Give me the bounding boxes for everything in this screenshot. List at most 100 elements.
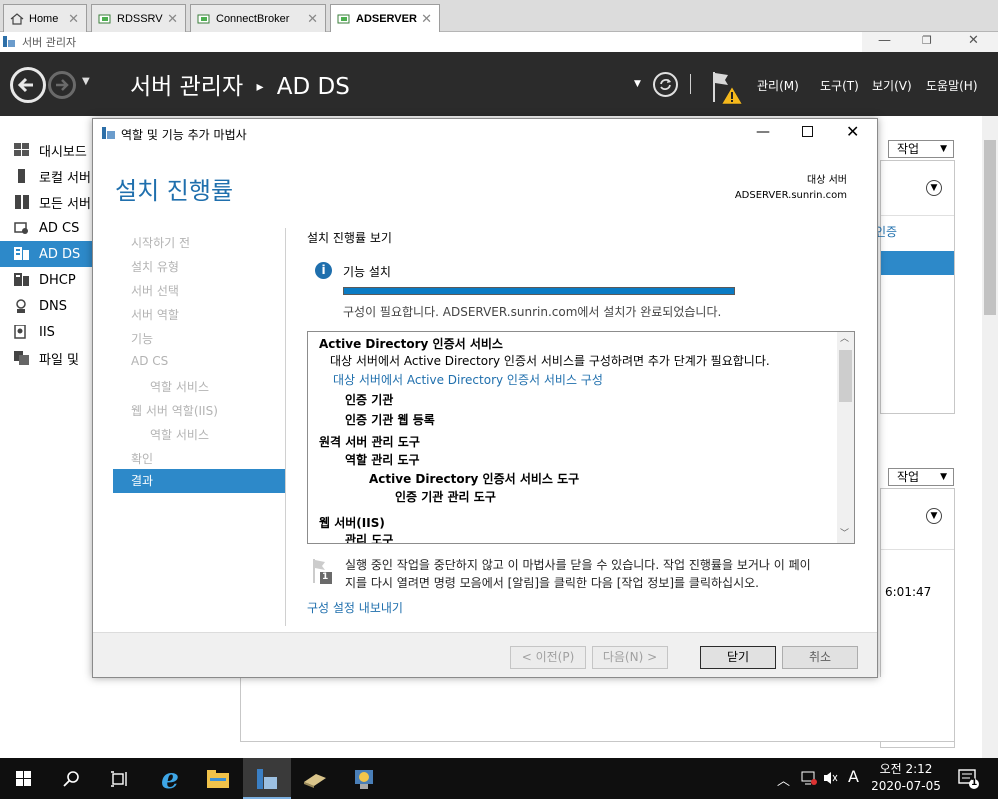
export-settings-link[interactable]: 구성 설정 내보내기 (307, 599, 403, 616)
refresh-icon[interactable] (653, 72, 678, 97)
sidebar-item-local-server[interactable]: 로컬 서버 (0, 163, 94, 189)
minimize-icon[interactable]: — (756, 124, 770, 140)
tab-adserver[interactable]: ADSERVER ✕ (330, 4, 440, 33)
sidebar-item-all-servers[interactable]: 모든 서버 (0, 189, 94, 215)
input-language-indicator[interactable]: A (848, 767, 859, 786)
cancel-button[interactable]: 취소 (782, 646, 858, 669)
wizard-taskbar-icon[interactable] (340, 758, 388, 799)
breadcrumb-separator: ▸ (256, 79, 264, 95)
action-center-icon[interactable]: 1 (958, 768, 979, 789)
next-button[interactable]: 다음(N) > (592, 646, 668, 669)
auth-column-header[interactable]: 인증 (875, 223, 897, 240)
close-icon[interactable]: ✕ (307, 11, 318, 27)
windows-logo-icon (16, 770, 31, 786)
menu-view[interactable]: 보기(V) (872, 77, 912, 94)
sidebar-item-label: 대시보드 (39, 144, 87, 160)
info-icon: i (315, 262, 332, 279)
server-manager-header: ▼ 서버 관리자 ▸ AD DS ▼ 관리(M) 도구(T) 보기(V) 도움말… (0, 52, 998, 116)
previous-button[interactable]: < 이전(P) (510, 646, 586, 669)
sidebar-item-ad-cs[interactable]: AD CS (0, 215, 94, 241)
close-icon[interactable]: ✕ (421, 11, 432, 27)
breadcrumb-page: AD DS (276, 74, 350, 100)
servers-icon (14, 195, 30, 209)
breadcrumb-root[interactable]: 서버 관리자 (130, 74, 243, 100)
tasks-dropdown[interactable]: 작업 ▼ (888, 140, 954, 158)
sidebar-item-label: IIS (39, 324, 55, 340)
volume-icon[interactable] (823, 770, 839, 784)
tools-taskbar-icon[interactable] (291, 758, 339, 799)
forward-button[interactable] (48, 71, 76, 99)
list-item: 대상 서버에서 Active Directory 인증서 서비스를 구성하려면 … (330, 354, 770, 368)
configure-adcs-link[interactable]: 대상 서버에서 Active Directory 인증서 서비스 구성 (333, 371, 603, 388)
dropdown-icon[interactable]: ▼ (634, 79, 641, 89)
destination-label: 대상 서버 (807, 175, 847, 186)
close-button[interactable]: 닫기 (700, 646, 776, 669)
network-icon[interactable] (801, 770, 817, 785)
scroll-down-icon[interactable]: ﹀ (840, 526, 849, 539)
chevron-down-icon[interactable]: ▼ (926, 508, 942, 524)
start-button[interactable] (0, 758, 48, 799)
task-view-icon[interactable] (96, 758, 144, 799)
sidebar-item-ad-ds[interactable]: AD DS (0, 241, 94, 267)
scrollbar-thumb[interactable] (839, 350, 852, 402)
scroll-up-icon[interactable]: ︿ (840, 332, 849, 344)
close-icon[interactable]: ✕ (968, 33, 979, 48)
tab-label: ConnectBroker (216, 12, 290, 25)
server-manager-sidebar: 대시보드 로컬 서버 모든 서버 AD CS AD DS DHCP DNS II… (0, 116, 94, 758)
close-icon[interactable]: ✕ (68, 11, 79, 27)
tab-rdssrv[interactable]: RDSSRV ✕ (91, 4, 186, 32)
notice-text: 실행 중인 작업을 중단하지 않고 이 마법사를 닫을 수 있습니다. 작업 진… (345, 556, 855, 592)
list-item: 웹 서버(IIS) (319, 516, 385, 530)
close-icon[interactable]: ✕ (167, 11, 178, 27)
chevron-up-icon[interactable]: ︿ (777, 770, 790, 789)
tab-home[interactable]: Home ✕ (3, 4, 87, 32)
timestamp: 6:01:47 (885, 585, 932, 599)
home-icon (10, 12, 24, 25)
remote-session-tabbar: Home ✕ RDSSRV ✕ ConnectBroker ✕ ADSERVER… (0, 0, 998, 33)
back-button[interactable] (10, 67, 46, 103)
step-features: 기능 (131, 332, 154, 346)
sidebar-item-label: AD CS (39, 220, 80, 236)
selected-row[interactable] (881, 251, 954, 275)
progress-fill (344, 288, 734, 294)
tasks-label: 작업 (897, 470, 920, 484)
clock[interactable]: 오전 2:12 2020-07-05 (868, 761, 944, 795)
list-item: 관리 도구 (345, 533, 394, 544)
minimize-icon[interactable]: — (878, 33, 891, 48)
server-icon (14, 169, 30, 183)
step-role-services: 역할 서비스 (150, 380, 210, 394)
scrollbar-thumb[interactable] (984, 140, 996, 315)
search-icon[interactable] (48, 758, 96, 799)
server-manager-taskbar-icon[interactable] (243, 758, 291, 799)
breadcrumb: 서버 관리자 ▸ AD DS (130, 67, 350, 101)
section-label: 설치 진행률 보기 (307, 231, 392, 245)
sidebar-item-dns[interactable]: DNS (0, 293, 94, 319)
server-manager-icon (2, 35, 16, 48)
internet-explorer-icon[interactable]: e (146, 758, 194, 799)
step-results[interactable]: 결과 (113, 469, 285, 493)
restore-icon[interactable]: ❐ (922, 34, 932, 47)
menu-help[interactable]: 도움말(H) (926, 77, 978, 94)
divider (881, 549, 954, 550)
panel-bottom (240, 677, 955, 742)
notice-badge: 1 (322, 572, 329, 582)
menu-manage[interactable]: 관리(M) (757, 77, 799, 94)
tasks-dropdown[interactable]: 작업 ▼ (888, 468, 954, 486)
tasks-label: 작업 (897, 142, 920, 156)
history-dropdown-icon[interactable]: ▼ (82, 76, 90, 87)
menu-tools[interactable]: 도구(T) (820, 77, 859, 94)
sidebar-item-dhcp[interactable]: DHCP (0, 267, 94, 293)
dns-icon (14, 299, 30, 313)
sidebar-item-file-services[interactable]: 파일 및 (0, 345, 94, 371)
maximize-icon[interactable] (802, 126, 813, 137)
close-icon[interactable]: ✕ (846, 122, 859, 141)
chevron-down-icon: ▼ (940, 472, 947, 482)
file-explorer-icon[interactable] (194, 758, 242, 799)
notifications-flag-icon[interactable] (710, 68, 744, 106)
chevron-down-icon[interactable]: ▼ (926, 180, 942, 196)
sidebar-item-label: 파일 및 (39, 352, 80, 368)
sidebar-item-dashboard[interactable]: 대시보드 (0, 137, 94, 163)
tab-connectbroker[interactable]: ConnectBroker ✕ (190, 4, 326, 32)
installation-details-list[interactable]: Active Directory 인증서 서비스 대상 서버에서 Active … (307, 331, 855, 544)
sidebar-item-iis[interactable]: IIS (0, 319, 94, 345)
